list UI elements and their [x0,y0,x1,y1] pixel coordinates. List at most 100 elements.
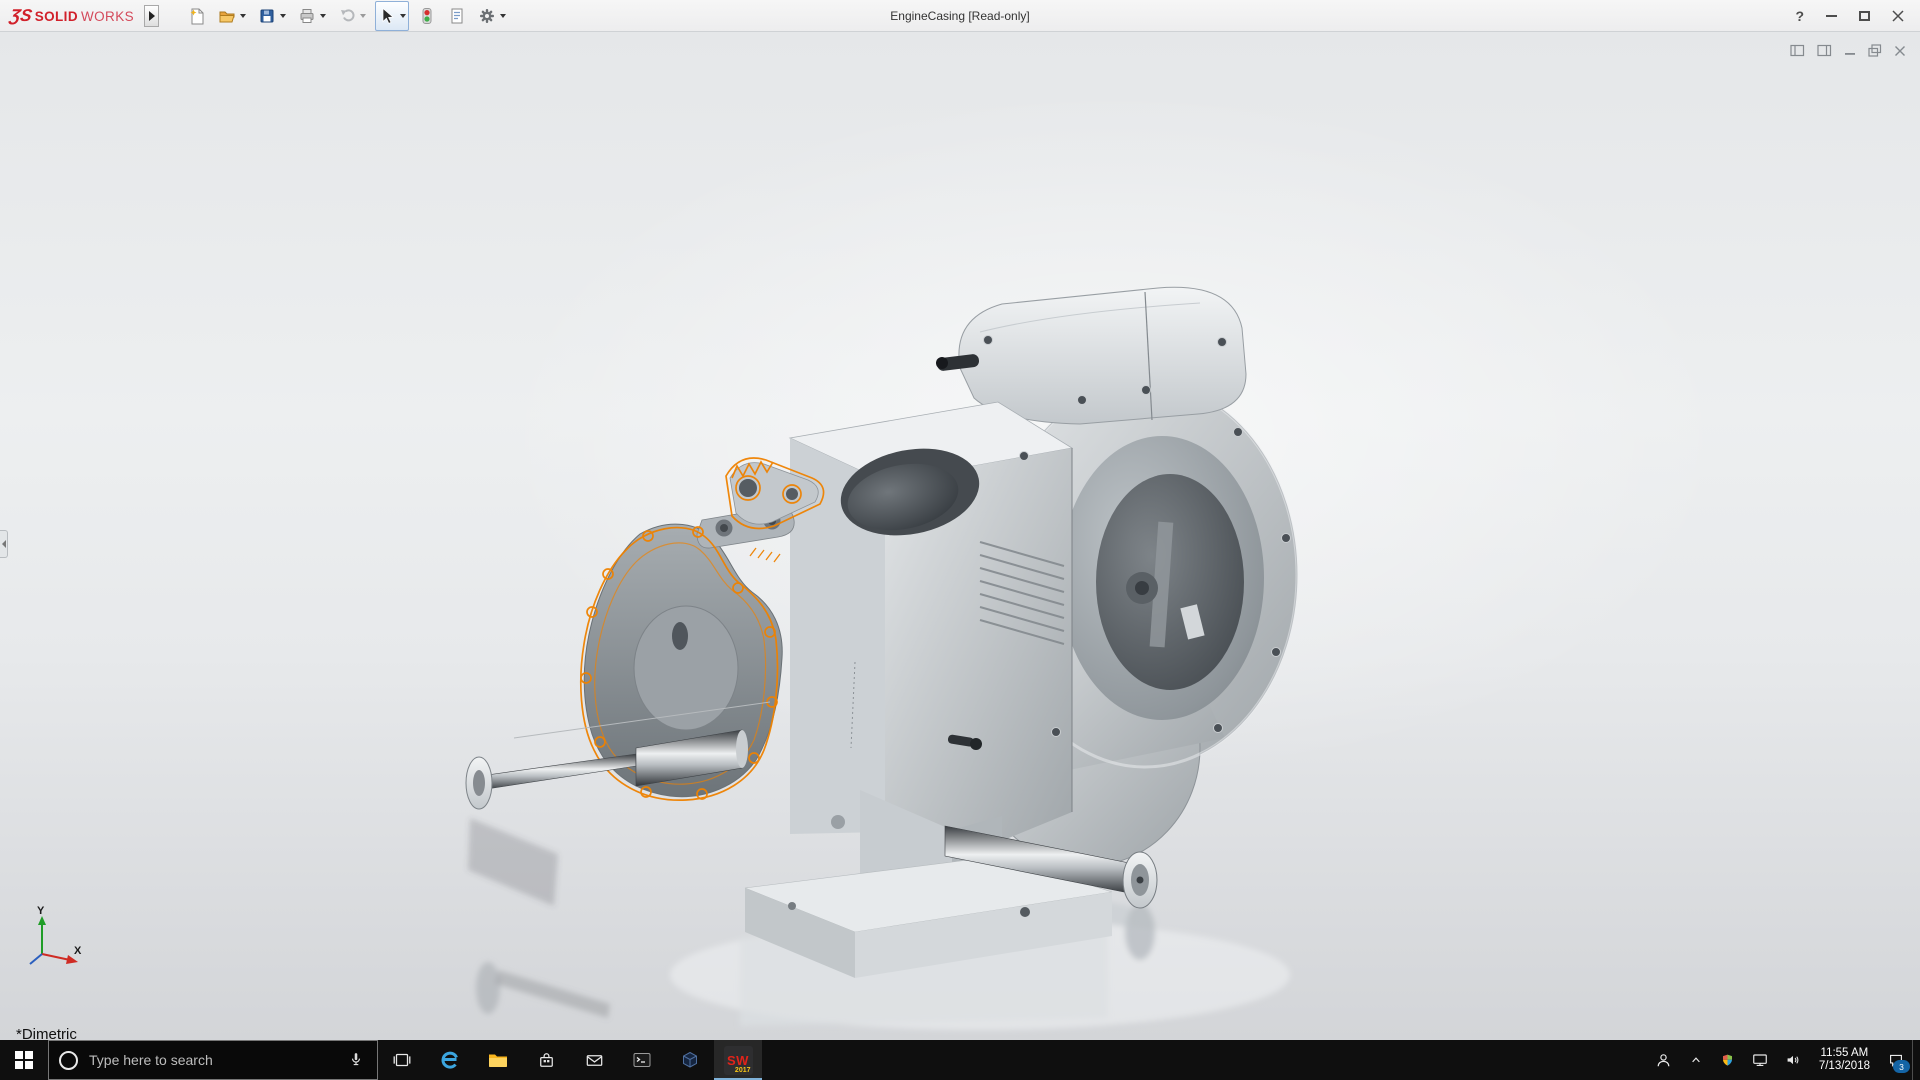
microphone-icon[interactable] [345,1049,367,1071]
panel-collapse-handle[interactable] [0,530,8,558]
taskbar-clock[interactable]: 11:55 AM 7/13/2018 [1819,1047,1870,1073]
model-cylinder-block[interactable] [790,402,1072,858]
tray-chevron-button[interactable] [1687,1051,1705,1069]
doc-minimize-button[interactable] [1844,44,1856,57]
windows-taskbar: SW 2017 [0,1040,1920,1080]
solidworks-logo: ƷS SOLIDWORKS [10,6,134,26]
rebuild-button[interactable] [415,1,439,31]
undo-icon [338,7,356,25]
volume-button[interactable] [1783,1050,1803,1070]
ds-logo-icon: ƷS [8,6,33,26]
options-button[interactable] [475,1,509,31]
search-input[interactable] [87,1051,336,1069]
standard-toolbar [185,0,509,31]
file-explorer-button[interactable] [474,1040,522,1080]
store-icon [535,1049,558,1072]
command-prompt-icon [630,1048,654,1072]
people-icon [1653,1050,1674,1071]
minimize-button[interactable] [1826,15,1837,17]
print-icon [298,7,316,25]
document-window-controls [1790,44,1906,57]
select-tool-button[interactable] [375,1,409,31]
triad-x-label: X [74,945,82,957]
select-dropdown-arrow[interactable] [400,14,406,18]
close-button[interactable] [1892,10,1904,22]
clock-date: 7/13/2018 [1819,1060,1870,1073]
save-dropdown-arrow[interactable] [280,14,286,18]
doc-close-icon [1894,45,1906,57]
rebuild-traffic-light-icon [418,7,436,25]
edrawings-cube-icon [678,1048,702,1072]
file-properties-icon [448,7,466,25]
show-pane-left-button[interactable] [1790,44,1805,57]
new-document-button[interactable] [185,1,209,31]
open-folder-icon [218,7,236,25]
pane-left-icon [1790,44,1805,57]
show-pane-right-button[interactable] [1817,44,1832,57]
file-explorer-icon [486,1048,510,1072]
open-dropdown-arrow[interactable] [240,14,246,18]
help-icon: ? [1795,8,1804,24]
network-button[interactable] [1750,1050,1770,1070]
model-top-cover[interactable] [936,287,1246,424]
edge-button[interactable] [426,1040,474,1080]
graphics-area[interactable]: Y X *Dimetric [0,32,1920,1040]
mail-button[interactable] [570,1040,618,1080]
mail-icon [583,1049,606,1072]
file-properties-button[interactable] [445,1,469,31]
doc-restore-button[interactable] [1868,44,1882,57]
save-button[interactable] [255,1,289,31]
brand-solid-text: SOLID [35,9,78,24]
network-icon [1750,1050,1770,1070]
orientation-triad: Y X [18,904,88,974]
action-center-button[interactable]: 3 [1886,1050,1906,1070]
volume-icon [1783,1050,1803,1070]
people-button[interactable] [1653,1050,1674,1071]
task-view-button[interactable] [378,1040,426,1080]
windows-logo-icon [15,1051,33,1069]
task-view-icon [391,1049,413,1071]
toolbar-flyout-button[interactable] [144,5,159,27]
system-tray: 11:55 AM 7/13/2018 3 [1653,1040,1912,1080]
options-dropdown-arrow[interactable] [500,14,506,18]
select-cursor-icon [378,7,396,25]
close-icon [1892,10,1904,22]
command-prompt-button[interactable] [618,1040,666,1080]
undo-dropdown-arrow[interactable] [360,14,366,18]
triad-y-label: Y [37,905,45,917]
start-button[interactable] [0,1040,48,1080]
print-button[interactable] [295,1,329,31]
brand-works-text: WORKS [81,9,134,24]
save-icon [258,7,276,25]
edge-icon [438,1048,462,1072]
open-button[interactable] [215,1,249,31]
solidworks-window: ƷS SOLIDWORKS [0,0,1920,1080]
doc-close-button[interactable] [1894,45,1906,57]
edrawings-button[interactable] [666,1040,714,1080]
flyout-arrow-icon [149,11,155,21]
sw-year: 2017 [735,1067,751,1074]
notification-badge: 3 [1893,1060,1910,1073]
chevron-up-icon [1687,1051,1705,1069]
doc-minimize-icon [1844,44,1856,57]
maximize-button[interactable] [1859,11,1870,21]
engine-casing-model[interactable] [440,270,1300,1040]
window-controls: ? [1795,8,1910,24]
sw-letters: SW [727,1053,749,1068]
taskbar-search[interactable] [48,1040,378,1080]
help-button[interactable]: ? [1795,8,1804,24]
maximize-icon [1859,11,1870,21]
window-title: EngineCasing [Read-only] [890,9,1029,23]
store-button[interactable] [522,1040,570,1080]
defender-button[interactable] [1718,1051,1737,1070]
undo-button[interactable] [335,1,369,31]
show-desktop-button[interactable] [1912,1040,1920,1080]
solidworks-taskbar-button[interactable]: SW 2017 [714,1040,762,1080]
cortana-icon [59,1051,78,1070]
minimize-icon [1826,15,1837,17]
solidworks-app-icon: SW 2017 [724,1046,753,1075]
print-dropdown-arrow[interactable] [320,14,326,18]
doc-restore-icon [1868,44,1882,57]
collapse-arrow-icon [2,540,6,548]
gear-icon [478,7,496,25]
